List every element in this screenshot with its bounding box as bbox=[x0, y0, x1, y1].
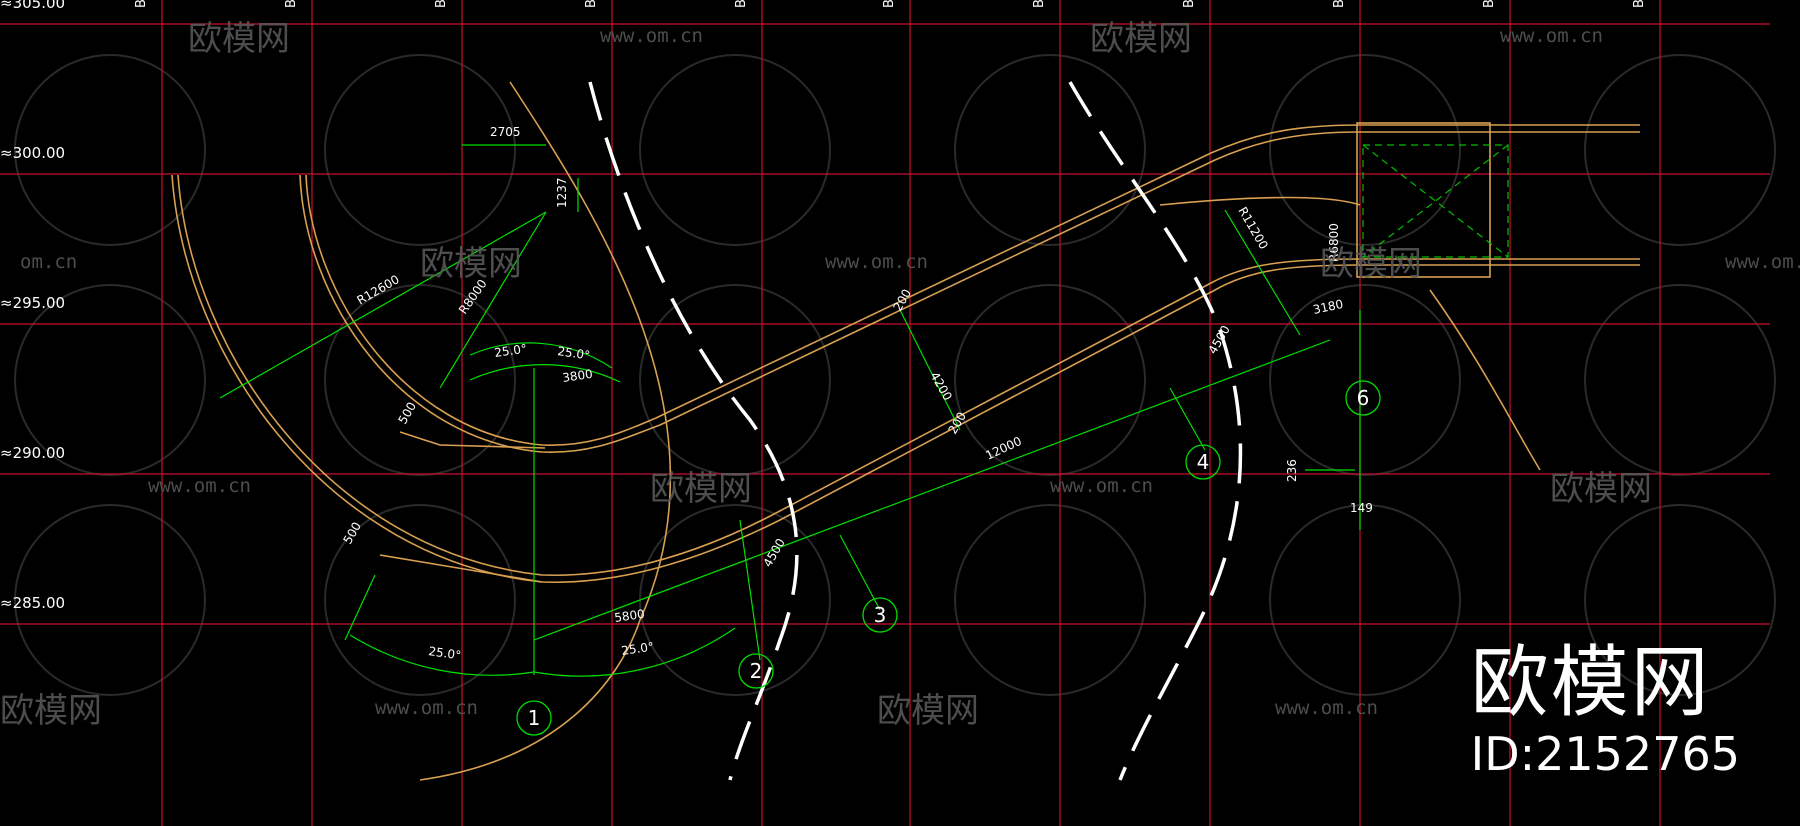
elevation-label: ≈300.00 bbox=[0, 144, 65, 162]
watermark-brand: 欧模网 bbox=[188, 19, 290, 59]
watermark-url: www.om.cn bbox=[148, 475, 251, 497]
dim-text: 236 bbox=[1285, 459, 1299, 482]
column-tag: B bbox=[882, 0, 897, 8]
watermark-brand: 欧模网 bbox=[1090, 19, 1192, 59]
marker-label: 3 bbox=[874, 603, 887, 627]
elevation-label: ≈285.00 bbox=[0, 594, 65, 612]
elevation-label: ≈305.00 bbox=[0, 0, 65, 12]
column-tag: B bbox=[734, 0, 749, 8]
watermark-brand: 欧模网 bbox=[420, 244, 522, 284]
watermark-brand: 欧模网 bbox=[0, 691, 102, 731]
elevation-label: ≈290.00 bbox=[0, 444, 65, 462]
elevation-label: ≈295.00 bbox=[0, 294, 65, 312]
dim-text: 2705 bbox=[490, 125, 521, 139]
watermark-url: www.om.cn bbox=[375, 697, 478, 719]
watermark-brand: 欧模网 bbox=[650, 469, 752, 509]
column-tag: B bbox=[134, 0, 149, 8]
marker-label: 2 bbox=[750, 659, 763, 683]
watermark-url: www.om.cn bbox=[1050, 475, 1153, 497]
column-tag: B bbox=[1332, 0, 1347, 8]
watermark-url: om.cn bbox=[20, 251, 77, 273]
marker-label: 6 bbox=[1357, 386, 1370, 410]
column-tag: B bbox=[1482, 0, 1497, 8]
dim-text: 1237 bbox=[555, 177, 569, 208]
watermark-url: www.om.cn bbox=[1500, 25, 1603, 47]
watermark-url: www.om.cn bbox=[1275, 697, 1378, 719]
column-tag: B bbox=[584, 0, 599, 8]
watermark-url: www.om.cn bbox=[825, 251, 928, 273]
column-tag: B bbox=[284, 0, 299, 8]
column-tag: B bbox=[1632, 0, 1647, 8]
column-tag: B bbox=[1032, 0, 1047, 8]
watermark-brand: 欧模网 bbox=[1550, 469, 1652, 509]
watermark-badge-brand: 欧模网 bbox=[1470, 638, 1711, 728]
watermark-url: www.om.cn bbox=[1725, 251, 1800, 273]
dim-text: 149 bbox=[1350, 501, 1373, 515]
column-tag: B bbox=[434, 0, 449, 8]
watermark-badge: 欧模网 ID:2152765 bbox=[1471, 640, 1740, 782]
watermark-brand: 欧模网 bbox=[1320, 244, 1422, 284]
watermark-badge-id: ID:2152765 bbox=[1470, 727, 1740, 781]
column-tag: B bbox=[1182, 0, 1197, 8]
marker-label: 4 bbox=[1197, 450, 1210, 474]
watermark-url: www.om.cn bbox=[600, 25, 703, 47]
watermark-brand: 欧模网 bbox=[877, 691, 979, 731]
marker-label: 1 bbox=[528, 706, 541, 730]
